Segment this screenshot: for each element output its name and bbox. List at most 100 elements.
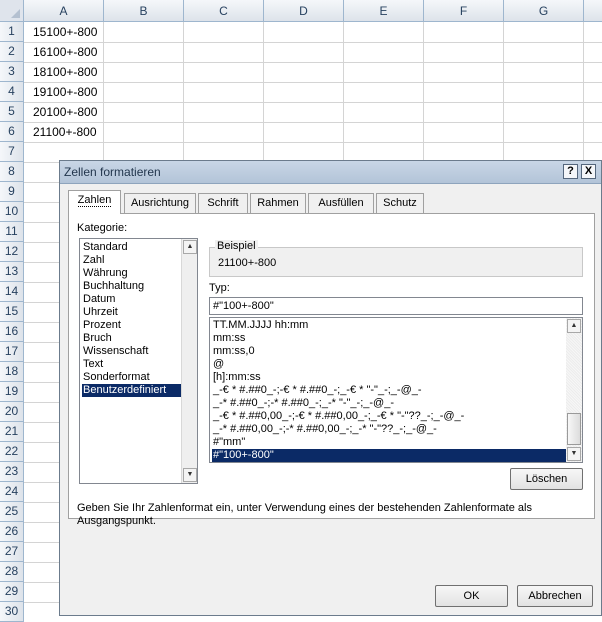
cell-a4[interactable]: 19100+-800 [33,82,97,102]
row-header-5[interactable]: 5 [0,102,24,122]
category-item[interactable]: Prozent [82,319,181,332]
cell-a6[interactable]: 21100+-800 [33,122,97,142]
format-item[interactable]: @ [212,358,567,371]
row-header-14[interactable]: 14 [0,282,24,302]
tab-schutz[interactable]: Schutz [376,193,424,213]
row-header-3[interactable]: 3 [0,62,24,82]
format-item[interactable]: _-* #.##0,00_-;-* #.##0,00_-;_-* "-"??_-… [212,423,567,436]
tab-ausrichtung[interactable]: Ausrichtung [124,193,196,213]
sample-value: 21100+-800 [218,257,277,269]
ok-button[interactable]: OK [435,585,508,607]
row-header-26[interactable]: 26 [0,522,24,542]
category-scrollbar[interactable]: ▲ ▼ [181,239,197,483]
scroll-down-icon[interactable]: ▼ [567,447,581,461]
scroll-thumb[interactable] [567,413,581,445]
row-header-25[interactable]: 25 [0,502,24,522]
row-header-12[interactable]: 12 [0,242,24,262]
cell-a5[interactable]: 20100+-800 [33,102,97,122]
tab-schrift[interactable]: Schrift [198,193,248,213]
select-all-corner[interactable] [0,0,24,22]
tab-ausfuellen[interactable]: Ausfüllen [308,193,374,213]
category-item[interactable]: Uhrzeit [82,306,181,319]
row-header-30[interactable]: 30 [0,602,24,622]
format-item[interactable]: mm:ss [212,332,567,345]
row-header-18[interactable]: 18 [0,362,24,382]
column-header-g[interactable]: G [504,0,584,22]
format-item-selected[interactable]: #"100+-800" [212,449,567,462]
row-header-15[interactable]: 15 [0,302,24,322]
format-item[interactable]: [h]:mm:ss [212,371,567,384]
cell-a3[interactable]: 18100+-800 [33,62,97,82]
category-item[interactable]: Währung [82,267,181,280]
type-input[interactable]: #"100+-800" [209,297,583,315]
column-header-e[interactable]: E [344,0,424,22]
category-item[interactable]: Standard [82,241,181,254]
grid-line [24,142,602,143]
cell-a1[interactable]: 15100+-800 [33,22,97,42]
category-item[interactable]: Buchhaltung [82,280,181,293]
grid-line [24,62,602,63]
row-header-16[interactable]: 16 [0,322,24,342]
grid-line [24,82,602,83]
row-header-2[interactable]: 2 [0,42,24,62]
format-scrollbar[interactable]: ▲ ▼ [566,318,582,462]
scroll-up-icon[interactable]: ▲ [567,319,581,333]
tab-rahmen[interactable]: Rahmen [250,193,306,213]
column-header-b[interactable]: B [104,0,184,22]
corner-triangle-icon [11,9,20,18]
row-header-9[interactable]: 9 [0,182,24,202]
category-item[interactable]: Datum [82,293,181,306]
dialog-titlebar[interactable]: Zellen formatieren ? X [60,161,601,184]
cancel-button[interactable]: Abbrechen [517,585,593,607]
format-item[interactable]: _-€ * #.##0_-;-€ * #.##0_-;_-€ * "-"_-;_… [212,384,567,397]
scroll-down-icon[interactable]: ▼ [183,468,197,482]
grid-line [24,102,602,103]
format-item[interactable]: TT.MM.JJJJ hh:mm [212,319,567,332]
column-header-next[interactable] [584,0,602,22]
grid-line [24,42,602,43]
row-header-1[interactable]: 1 [0,22,24,42]
row-header-24[interactable]: 24 [0,482,24,502]
row-header-27[interactable]: 27 [0,542,24,562]
category-item[interactable]: Sonderformat [82,371,181,384]
row-header-17[interactable]: 17 [0,342,24,362]
sample-label: Beispiel [215,240,258,252]
row-header-10[interactable]: 10 [0,202,24,222]
format-item[interactable]: _-€ * #.##0,00_-;-€ * #.##0,00_-;_-€ * "… [212,410,567,423]
help-button[interactable]: ? [563,164,578,179]
row-header-13[interactable]: 13 [0,262,24,282]
close-button[interactable]: X [581,164,596,179]
tab-zahlen[interactable]: Zahlen [68,190,121,214]
format-cells-dialog: Zellen formatieren ? X Zahlen Ausrichtun… [59,160,602,616]
scroll-up-icon[interactable]: ▲ [183,240,197,254]
row-header-23[interactable]: 23 [0,462,24,482]
column-header-c[interactable]: C [184,0,264,22]
category-list[interactable]: Standard Zahl Währung Buchhaltung Datum … [79,238,198,484]
column-header-d[interactable]: D [264,0,344,22]
row-header-29[interactable]: 29 [0,582,24,602]
sample-group: 21100+-800 [209,247,583,277]
category-item[interactable]: Wissenschaft [82,345,181,358]
category-item[interactable]: Zahl [82,254,181,267]
format-item[interactable]: mm:ss,0 [212,345,567,358]
row-header-6[interactable]: 6 [0,122,24,142]
row-header-28[interactable]: 28 [0,562,24,582]
row-header-7[interactable]: 7 [0,142,24,162]
row-header-8[interactable]: 8 [0,162,24,182]
row-header-20[interactable]: 20 [0,402,24,422]
format-list[interactable]: TT.MM.JJJJ hh:mm mm:ss mm:ss,0 @ [h]:mm:… [209,317,583,463]
delete-button[interactable]: Löschen [510,468,583,490]
category-item[interactable]: Text [82,358,181,371]
row-header-22[interactable]: 22 [0,442,24,462]
row-header-11[interactable]: 11 [0,222,24,242]
row-header-21[interactable]: 21 [0,422,24,442]
row-header-4[interactable]: 4 [0,82,24,102]
cell-a2[interactable]: 16100+-800 [33,42,97,62]
column-header-a[interactable]: A [24,0,104,22]
column-header-f[interactable]: F [424,0,504,22]
format-item[interactable]: _-* #.##0_-;-* #.##0_-;_-* "-"_-;_-@_- [212,397,567,410]
format-item[interactable]: #"mm" [212,436,567,449]
category-item[interactable]: Bruch [82,332,181,345]
row-header-19[interactable]: 19 [0,382,24,402]
category-item-selected[interactable]: Benutzerdefiniert [82,384,181,397]
